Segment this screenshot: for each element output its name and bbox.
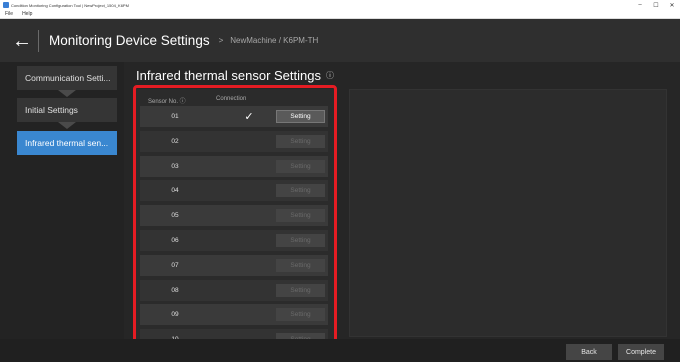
step-label: Communication Setti... <box>25 73 111 83</box>
page-title: Monitoring Device Settings <box>49 33 210 48</box>
back-button[interactable]: Back <box>566 344 612 360</box>
step-label: Initial Settings <box>25 105 78 115</box>
step-down-arrow-icon <box>58 122 76 129</box>
detail-panel <box>349 89 667 337</box>
chevron-right-icon: > <box>218 36 224 45</box>
footer-bar: Back Complete <box>0 339 680 362</box>
close-icon[interactable]: ✕ <box>664 2 680 9</box>
menu-bar: File Help <box>0 10 680 19</box>
step-initial-settings[interactable]: Initial Settings <box>17 98 117 122</box>
step-down-arrow-icon <box>58 90 76 97</box>
page-header: ← Monitoring Device Settings > NewMachine… <box>0 19 680 62</box>
step-label: Infrared thermal sen... <box>25 138 109 148</box>
sidebar-steps: Communication Setti... Initial Settings … <box>0 62 124 362</box>
header-divider <box>38 29 39 52</box>
complete-button[interactable]: Complete <box>618 344 664 360</box>
section-title: Infrared thermal sensor Settings ⓘ <box>136 68 334 83</box>
step-communication-settings[interactable]: Communication Setti... <box>17 66 117 90</box>
highlight-box <box>133 85 337 343</box>
info-icon[interactable]: ⓘ <box>326 70 334 81</box>
menu-file[interactable]: File <box>5 11 13 17</box>
window-title: Condition Monitoring Configuration Tool … <box>11 2 129 8</box>
menu-help[interactable]: Help <box>22 11 32 17</box>
step-infrared-thermal-sensor[interactable]: Infrared thermal sen... <box>17 131 117 155</box>
breadcrumb: > NewMachine / K6PM-TH <box>219 36 319 45</box>
breadcrumb-path: NewMachine / K6PM-TH <box>230 36 319 45</box>
maximize-icon[interactable]: ☐ <box>648 2 664 9</box>
minimize-icon[interactable]: – <box>632 2 648 8</box>
app-icon <box>3 2 9 8</box>
section-title-text: Infrared thermal sensor Settings <box>136 68 321 83</box>
window-titlebar: Condition Monitoring Configuration Tool … <box>0 0 680 10</box>
back-arrow-icon[interactable]: ← <box>12 31 32 51</box>
